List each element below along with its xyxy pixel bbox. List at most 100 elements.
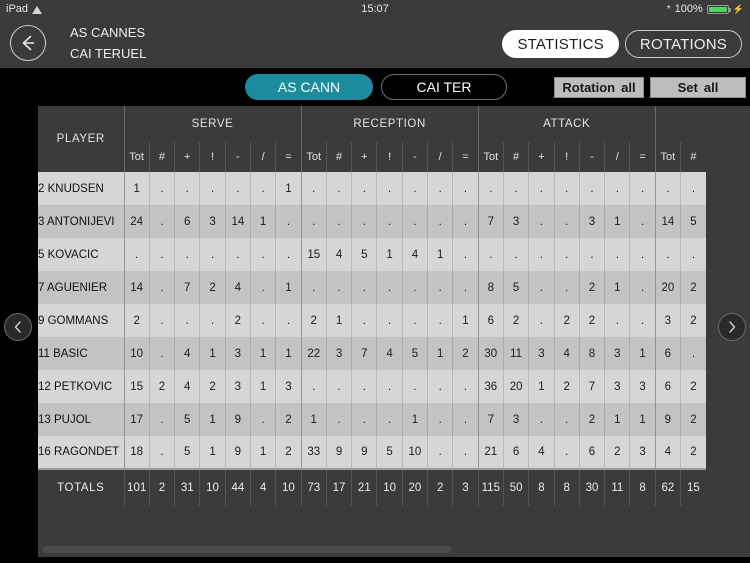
player-name-cell: 9 GOMMANS bbox=[38, 304, 124, 337]
cell-serve: . bbox=[275, 205, 302, 238]
header-reception-: / bbox=[427, 142, 453, 172]
cell-attack: 3 bbox=[528, 337, 555, 370]
cell-reception: . bbox=[351, 403, 377, 436]
cell-attack: . bbox=[629, 238, 656, 271]
table-row[interactable]: 5 KOVACIC....... 15 4 5 1 4 1.......... bbox=[38, 238, 706, 271]
cell-serve: . bbox=[174, 304, 200, 337]
previous-page-button[interactable] bbox=[4, 313, 32, 341]
cell-serve: . bbox=[148, 304, 175, 337]
match-teams: AS CANNES CAI TERUEL bbox=[70, 22, 330, 66]
cell-attack: . bbox=[528, 205, 555, 238]
cell-serve: 24 bbox=[123, 205, 150, 238]
cell-block: 5 bbox=[680, 205, 706, 238]
view-segmented-control: STATISTICS ROTATIONS bbox=[502, 30, 742, 58]
cell-reception: . bbox=[300, 172, 327, 205]
horizontal-scrollbar[interactable] bbox=[38, 546, 750, 555]
table-row[interactable]: 9 GOMMANS 2... 2.. 2 1.... 1 6 2. 2 2.. 3 2 bbox=[38, 304, 706, 337]
totals-cell-reception: 20 bbox=[401, 468, 428, 506]
cell-serve: 2 bbox=[224, 304, 251, 337]
cell-reception: 1 bbox=[376, 238, 403, 271]
totals-cell-attack: 50 bbox=[502, 468, 529, 506]
cell-reception: . bbox=[351, 172, 377, 205]
cell-serve: . bbox=[249, 271, 276, 304]
table-row[interactable]: 3 ANTONIJEVI 24. 6 3 14 1........ 7 3.. 3 1. 14 5 bbox=[38, 205, 706, 238]
cell-reception: . bbox=[351, 370, 377, 403]
table-row[interactable]: 7 AGUENIER 14. 7 2 4. 1....... 8 5.. 2 1. 20 2 bbox=[38, 271, 706, 304]
cell-attack: 3 bbox=[502, 205, 529, 238]
cell-reception: . bbox=[427, 172, 453, 205]
cell-serve: 1 bbox=[275, 172, 302, 205]
cell-reception: 1 bbox=[452, 304, 479, 337]
cell-block: 14 bbox=[654, 205, 681, 238]
cell-reception: 10 bbox=[401, 436, 428, 469]
cell-serve: 3 bbox=[199, 205, 226, 238]
cell-serve: . bbox=[199, 238, 226, 271]
totals-cell-attack: 8 bbox=[553, 468, 580, 506]
team-tab-cai-ter[interactable]: CAI TER bbox=[381, 74, 507, 100]
charging-plug-icon: ⚡ bbox=[732, 3, 744, 14]
cell-attack: 5 bbox=[502, 271, 529, 304]
cell-attack: 8 bbox=[578, 337, 605, 370]
cell-reception: . bbox=[376, 172, 403, 205]
table-row[interactable]: 2 KNUDSEN 1..... 1................ bbox=[38, 172, 706, 205]
totals-cell-serve: 4 bbox=[249, 468, 276, 506]
scrollbar-thumb[interactable] bbox=[42, 546, 452, 553]
rotation-filter-button[interactable]: Rotation all bbox=[554, 77, 644, 98]
back-arrow-icon bbox=[22, 35, 35, 51]
cell-reception: . bbox=[427, 403, 453, 436]
table-row[interactable]: 13 PUJOL 17. 5 1 9. 2 1... 1.. 7 3.. 2 1 1 9 2 bbox=[38, 403, 706, 436]
cell-serve: . bbox=[249, 304, 276, 337]
tab-statistics[interactable]: STATISTICS bbox=[502, 30, 619, 58]
totals-cell-reception: 17 bbox=[325, 468, 352, 506]
cell-block: 9 bbox=[654, 403, 681, 436]
cell-reception: . bbox=[351, 271, 377, 304]
team-tab-as-cann[interactable]: AS CANN bbox=[245, 74, 373, 100]
table-group-header-row: PLAYER SERVE RECEPTION ATTACK bbox=[38, 106, 706, 172]
cell-serve: . bbox=[148, 205, 175, 238]
set-filter-button[interactable]: Set all bbox=[650, 77, 746, 98]
next-page-button[interactable] bbox=[718, 313, 746, 341]
table-row[interactable]: 11 BASIC 10. 4 1 3 1 1 22 3 7 4 5 1 2 30 11 3 4 8 3 1 6. bbox=[38, 337, 706, 370]
cell-attack: . bbox=[629, 304, 656, 337]
player-name-cell: 7 AGUENIER bbox=[38, 271, 124, 304]
totals-cell-reception: 10 bbox=[376, 468, 403, 506]
cell-serve: 1 bbox=[199, 436, 226, 469]
totals-cell-attack: 30 bbox=[578, 468, 605, 506]
cell-attack: 2 bbox=[578, 271, 605, 304]
statistics-table: PLAYER SERVE RECEPTION ATTACK Tot # +! - / = Tot #… bbox=[38, 106, 706, 506]
table-row[interactable]: 16 RAGONDET 18. 5 1 9 1 2 33 9 9 5 10.. 21 6 4. 6 2 3 4 2 bbox=[38, 436, 706, 469]
header-group-serve: SERVE bbox=[123, 106, 302, 142]
cell-block: 2 bbox=[680, 304, 706, 337]
totals-row: TOTALS 101 2 31 10 44 4 10 73 17 21 10 20 2 3 115 50 8 8 30… bbox=[38, 468, 706, 506]
table-head: PLAYER SERVE RECEPTION ATTACK Tot # +! - / = Tot #… bbox=[38, 106, 706, 172]
table-foot: TOTALS 101 2 31 10 44 4 10 73 17 21 10 20 2 3 115 50 8 8 30… bbox=[38, 468, 706, 506]
header-reception-: = bbox=[452, 142, 479, 172]
cell-serve: . bbox=[123, 238, 150, 271]
cell-reception: . bbox=[452, 403, 479, 436]
player-name-cell: 13 PUJOL bbox=[38, 403, 124, 436]
cell-serve: . bbox=[148, 271, 175, 304]
cell-reception: . bbox=[452, 172, 479, 205]
header-attack-: = bbox=[629, 142, 656, 172]
totals-cell-reception: 2 bbox=[427, 468, 453, 506]
cell-reception: . bbox=[427, 370, 453, 403]
cell-reception: 5 bbox=[376, 436, 403, 469]
cell-serve: 2 bbox=[275, 436, 302, 469]
cell-serve: . bbox=[249, 172, 276, 205]
cell-attack: 4 bbox=[528, 436, 555, 469]
player-name-cell: 3 ANTONIJEVI bbox=[38, 205, 124, 238]
rotation-filter-label: Rotation bbox=[562, 80, 616, 95]
cell-reception: . bbox=[452, 436, 479, 469]
back-button[interactable] bbox=[10, 25, 46, 61]
cell-reception: . bbox=[325, 370, 352, 403]
cell-attack: 3 bbox=[604, 370, 630, 403]
cell-serve: 1 bbox=[249, 205, 276, 238]
table-row[interactable]: 12 PETKOVIC 15 2 4 2 3 1 3....... 36 20 1 2 7 3 3 6 2 bbox=[38, 370, 706, 403]
header-serve-: / bbox=[249, 142, 276, 172]
cell-attack: . bbox=[629, 172, 656, 205]
tab-rotations[interactable]: ROTATIONS bbox=[624, 30, 742, 58]
cell-attack: 2 bbox=[578, 304, 605, 337]
cell-attack: 1 bbox=[604, 205, 630, 238]
statistics-table-container[interactable]: PLAYER SERVE RECEPTION ATTACK Tot # +! - / = Tot #… bbox=[38, 106, 750, 557]
cell-serve: 10 bbox=[123, 337, 150, 370]
